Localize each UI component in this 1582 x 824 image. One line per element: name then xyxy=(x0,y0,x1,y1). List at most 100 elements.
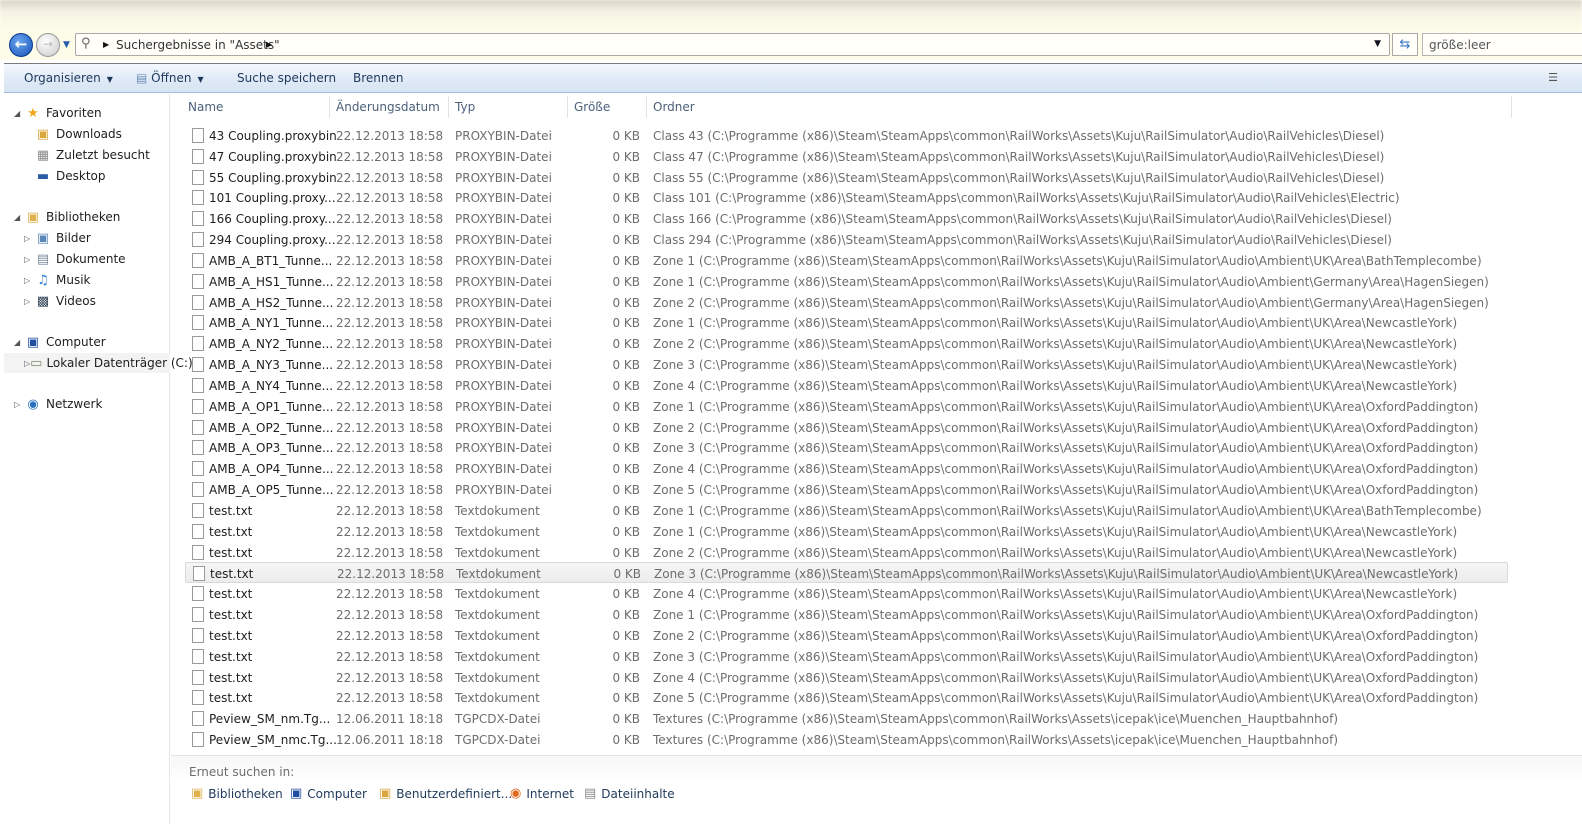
file-date: 22.12.2013 18:58 xyxy=(336,608,444,623)
column-divider[interactable] xyxy=(646,96,647,118)
file-row[interactable]: test.txt 22.12.2013 18:58 Textdokument 0 KB… xyxy=(185,604,1508,625)
file-row[interactable]: 101 Coupling.proxy... 22.12.2013 18:58 PRO… xyxy=(185,187,1508,208)
burn-button[interactable]: Brennen xyxy=(353,71,403,85)
file-row[interactable]: AMB_A_NY4_Tunne... 22.12.2013 18:58 PROXYB… xyxy=(185,375,1508,396)
collapsed-icon[interactable]: ▷ xyxy=(24,255,34,264)
sidebar-item-local-disk[interactable]: ▷ ▭ Lokaler Datenträger (C:) xyxy=(4,353,193,373)
file-folder: Zone 2 (C:\Programme (x86)\Steam\SteamAp… xyxy=(653,628,1479,643)
file-row[interactable]: test.txt 22.12.2013 18:58 Textdokument 0 KB… xyxy=(185,625,1508,646)
file-row[interactable]: test.txt 22.12.2013 18:58 Textdokument 0 KB… xyxy=(185,687,1508,708)
documents-icon: ▤ xyxy=(36,251,50,267)
file-size: 0 KB xyxy=(612,129,640,143)
file-row[interactable]: test.txt 22.12.2013 18:58 Textdokument 0 KB… xyxy=(185,500,1508,521)
column-divider[interactable] xyxy=(448,96,449,118)
file-row[interactable]: test.txt 22.12.2013 18:58 Textdokument 0 KB… xyxy=(185,542,1508,563)
search-input[interactable]: größe:leer xyxy=(1422,33,1582,56)
file-row[interactable]: AMB_A_OP1_Tunne... 22.12.2013 18:58 PROXYB… xyxy=(185,396,1508,417)
sidebar-item-videos[interactable]: ▷ ▩ Videos xyxy=(24,291,96,311)
file-name: test.txt xyxy=(209,628,253,643)
organize-button[interactable]: Organisieren ▼ xyxy=(24,71,113,85)
file-folder: Zone 1 (C:\Programme (x86)\Steam\SteamAp… xyxy=(653,316,1458,331)
file-row[interactable]: test.txt 22.12.2013 18:58 Textdokument 0 KB… xyxy=(185,646,1508,667)
file-size: 0 KB xyxy=(612,337,640,352)
breadcrumb-arrow-icon[interactable]: ▶ xyxy=(103,40,109,49)
file-folder: Zone 3 (C:\Programme (x86)\Steam\SteamAp… xyxy=(653,441,1479,456)
sidebar-item-favorites[interactable]: ◢ ★ Favoriten xyxy=(14,103,102,123)
file-row[interactable]: 43 Coupling.proxybin 22.12.2013 18:58 PROX… xyxy=(185,125,1508,146)
sidebar-item-downloads[interactable]: ▣ Downloads xyxy=(34,124,122,144)
file-row[interactable]: AMB_A_NY2_Tunne... 22.12.2013 18:58 PROXYB… xyxy=(185,333,1508,354)
file-row[interactable]: 166 Coupling.proxy... 22.12.2013 18:58 PRO… xyxy=(185,208,1508,229)
file-row[interactable]: AMB_A_OP2_Tunne... 22.12.2013 18:58 PROXYB… xyxy=(185,417,1508,438)
file-type: PROXYBIN-Datei xyxy=(455,253,552,268)
collapsed-icon[interactable]: ▷ xyxy=(24,234,34,243)
file-row[interactable]: test.txt 22.12.2013 18:58 Textdokument 0 KB… xyxy=(185,521,1508,542)
file-row[interactable]: 55 Coupling.proxybin 22.12.2013 18:58 PROX… xyxy=(185,167,1508,188)
search-computer-link[interactable]: ▣ Computer xyxy=(290,786,367,801)
file-row[interactable]: AMB_A_OP5_Tunne... 22.12.2013 18:58 PROXYB… xyxy=(185,479,1508,500)
search-libraries-link[interactable]: ▣ Bibliotheken xyxy=(191,786,283,801)
search-custom-link[interactable]: ▣ Benutzerdefiniert... xyxy=(379,786,512,801)
label: Bilder xyxy=(56,231,91,245)
save-search-button[interactable]: Suche speichern xyxy=(237,71,336,85)
column-divider[interactable] xyxy=(567,96,568,118)
view-options-icon[interactable]: ☰ xyxy=(1548,71,1558,84)
file-row[interactable]: AMB_A_NY1_Tunne... 22.12.2013 18:58 PROXYB… xyxy=(185,312,1508,333)
file-row[interactable]: AMB_A_BT1_Tunne... 22.12.2013 18:58 PROXYB… xyxy=(185,250,1508,271)
refresh-button[interactable]: ⇆ xyxy=(1392,33,1418,56)
column-divider[interactable] xyxy=(329,96,330,118)
file-type: PROXYBIN-Datei xyxy=(455,358,552,373)
column-divider[interactable] xyxy=(1511,96,1512,118)
address-bar[interactable]: ⚲ ▶ Suchergebnisse in "Assets" ▶ ▼ xyxy=(75,33,1390,56)
sidebar-item-documents[interactable]: ▷ ▤ Dokumente xyxy=(24,249,126,269)
sidebar-item-libraries[interactable]: ◢ ▣ Bibliotheken xyxy=(14,207,120,227)
collapsed-icon[interactable]: ▷ xyxy=(24,276,34,285)
expanded-icon[interactable]: ◢ xyxy=(14,338,24,347)
file-row[interactable]: AMB_A_OP4_Tunne... 22.12.2013 18:58 PROXYB… xyxy=(185,458,1508,479)
file-type: Textdokument xyxy=(455,649,540,664)
column-header-folder[interactable]: Ordner xyxy=(653,100,695,114)
expanded-icon[interactable]: ◢ xyxy=(14,109,24,118)
file-type: Textdokument xyxy=(455,503,540,518)
breadcrumb-arrow-icon[interactable]: ▶ xyxy=(266,40,272,49)
file-size: 0 KB xyxy=(612,295,640,310)
file-row[interactable]: 294 Coupling.proxy... 22.12.2013 18:58 PRO… xyxy=(185,229,1508,250)
file-row[interactable]: test.txt 22.12.2013 18:58 Textdokument 0 KB… xyxy=(185,562,1508,584)
file-type: PROXYBIN-Datei xyxy=(455,378,552,393)
expanded-icon[interactable]: ◢ xyxy=(14,213,24,222)
file-row[interactable]: 47 Coupling.proxybin 22.12.2013 18:58 PROX… xyxy=(185,146,1508,167)
open-button[interactable]: ▤ Öffnen ▼ xyxy=(136,71,204,85)
sidebar-item-computer[interactable]: ◢ ▣ Computer xyxy=(14,332,106,352)
file-row[interactable]: AMB_A_HS2_Tunne... 22.12.2013 18:58 PROXYB… xyxy=(185,292,1508,313)
recent-pages-dropdown[interactable]: ▼ xyxy=(63,40,70,50)
file-row[interactable]: AMB_A_NY3_Tunne... 22.12.2013 18:58 PROXYB… xyxy=(185,354,1508,375)
file-type: PROXYBIN-Datei xyxy=(455,441,552,456)
sidebar-item-recent[interactable]: ▦ Zuletzt besucht xyxy=(34,145,150,165)
column-header-date[interactable]: Änderungsdatum xyxy=(336,100,440,114)
file-folder: Zone 5 (C:\Programme (x86)\Steam\SteamAp… xyxy=(653,483,1479,498)
back-button[interactable]: ← xyxy=(9,33,33,57)
file-icon xyxy=(192,211,204,227)
column-header-size[interactable]: Größe xyxy=(574,100,610,114)
sidebar-item-music[interactable]: ▷ ♫ Musik xyxy=(24,270,91,290)
column-header-type[interactable]: Typ xyxy=(455,100,475,114)
sidebar-item-desktop[interactable]: ▬ Desktop xyxy=(34,166,106,186)
file-row[interactable]: AMB_A_HS1_Tunne... 22.12.2013 18:58 PROXYB… xyxy=(185,271,1508,292)
sidebar-item-pictures[interactable]: ▷ ▣ Bilder xyxy=(24,228,91,248)
file-row[interactable]: test.txt 22.12.2013 18:58 Textdokument 0 KB… xyxy=(185,667,1508,688)
file-row[interactable]: AMB_A_OP3_Tunne... 22.12.2013 18:58 PROXYB… xyxy=(185,437,1508,458)
file-row[interactable]: test.txt 22.12.2013 18:58 Textdokument 0 KB… xyxy=(185,583,1508,604)
address-dropdown-icon[interactable]: ▼ xyxy=(1374,39,1381,49)
forward-button[interactable]: → xyxy=(36,33,60,57)
search-internet-link[interactable]: ◉ Internet xyxy=(510,786,574,801)
search-file-contents-link[interactable]: ▤ Dateiinhalte xyxy=(584,786,675,801)
file-row[interactable]: Peview_SM_nm.Tg... 12.06.2011 18:18 TGPCDX… xyxy=(185,708,1508,729)
file-row[interactable]: Peview_SM_nmc.Tg... 12.06.2011 18:18 TGPCD… xyxy=(185,729,1508,750)
file-name: test.txt xyxy=(209,691,253,706)
sidebar-item-network[interactable]: ▷ ◉ Netzwerk xyxy=(14,394,102,414)
file-icon xyxy=(192,315,204,331)
column-header-name[interactable]: Name xyxy=(188,100,223,114)
breadcrumb-search-results[interactable]: Suchergebnisse in "Assets" xyxy=(116,38,280,52)
collapsed-icon[interactable]: ▷ xyxy=(14,400,24,409)
collapsed-icon[interactable]: ▷ xyxy=(24,297,34,306)
